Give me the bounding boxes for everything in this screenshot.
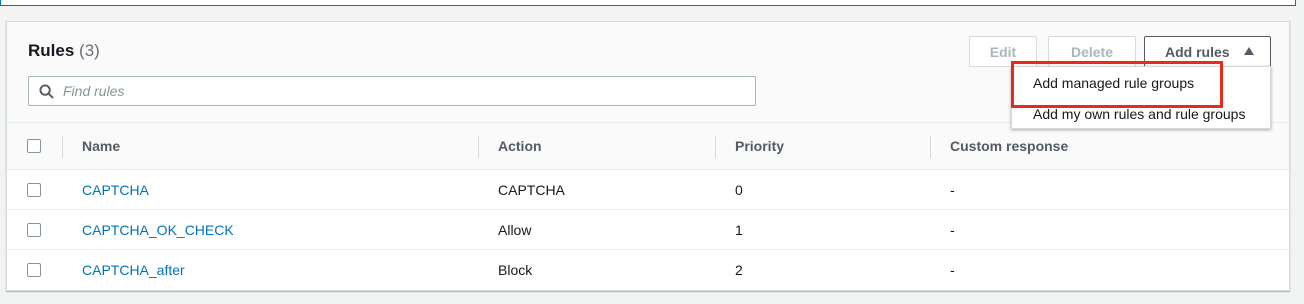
- rule-priority: 1: [735, 221, 743, 238]
- rule-name-link[interactable]: CAPTCHA_after: [82, 250, 185, 290]
- table-row: CAPTCHA CAPTCHA 0 -: [7, 170, 1289, 210]
- row-checkbox-cell: [27, 170, 41, 209]
- rule-custom-response: -: [950, 262, 955, 278]
- rule-action: CAPTCHA: [498, 181, 565, 198]
- menu-item-add-managed-rule-groups[interactable]: Add managed rule groups: [1033, 75, 1194, 91]
- row-checkbox-cell: [27, 210, 41, 249]
- edit-button[interactable]: Edit: [969, 36, 1037, 67]
- table-row: CAPTCHA_OK_CHECK Allow 1 -: [7, 210, 1289, 250]
- rule-name-link[interactable]: CAPTCHA: [82, 170, 149, 209]
- table-header: Name Action Priority Custom response: [7, 122, 1289, 170]
- column-divider: [930, 136, 931, 158]
- row-checkbox[interactable]: [27, 182, 41, 197]
- menu-item-add-own-rules[interactable]: Add my own rules and rule groups: [1033, 106, 1245, 122]
- column-header-custom-response[interactable]: Custom response: [950, 123, 1068, 169]
- rules-table: Name Action Priority Custom response CAP…: [7, 122, 1289, 290]
- rule-priority: 2: [735, 262, 743, 278]
- rules-count: (3): [79, 41, 100, 60]
- rule-name-link[interactable]: CAPTCHA_OK_CHECK: [82, 210, 234, 249]
- rule-priority: 0: [735, 181, 743, 198]
- column-header-action[interactable]: Action: [498, 123, 542, 169]
- header-checkbox-cell: [27, 123, 41, 169]
- add-rules-menu: Add managed rule groups Add my own rules…: [1011, 66, 1271, 129]
- search-icon: [39, 84, 54, 99]
- caret-up-icon: [1244, 47, 1254, 55]
- row-checkbox[interactable]: [27, 263, 41, 277]
- rules-panel: Rules (3) Edit Delete Add rules Name Act…: [6, 21, 1290, 291]
- rule-action: Block: [498, 262, 533, 278]
- column-divider: [478, 136, 479, 158]
- previous-panel-edge: [0, 0, 1296, 6]
- delete-button[interactable]: Delete: [1048, 36, 1136, 67]
- search-box: [28, 76, 756, 106]
- row-checkbox-cell: [27, 250, 41, 290]
- rule-custom-response: -: [950, 221, 955, 238]
- table-row: CAPTCHA_after Block 2 -: [7, 250, 1289, 290]
- page-title: Rules (3): [28, 41, 100, 61]
- column-header-priority[interactable]: Priority: [735, 123, 784, 169]
- column-header-name[interactable]: Name: [82, 123, 120, 169]
- add-rules-button[interactable]: Add rules: [1144, 36, 1271, 67]
- column-divider: [62, 136, 63, 158]
- rule-custom-response: -: [950, 181, 955, 198]
- search-input[interactable]: [63, 77, 743, 105]
- row-checkbox[interactable]: [27, 222, 41, 237]
- add-rules-label: Add rules: [1165, 43, 1230, 60]
- rule-action: Allow: [498, 221, 532, 238]
- column-divider: [715, 136, 716, 158]
- title-text: Rules: [28, 41, 75, 60]
- select-all-checkbox[interactable]: [27, 139, 41, 153]
